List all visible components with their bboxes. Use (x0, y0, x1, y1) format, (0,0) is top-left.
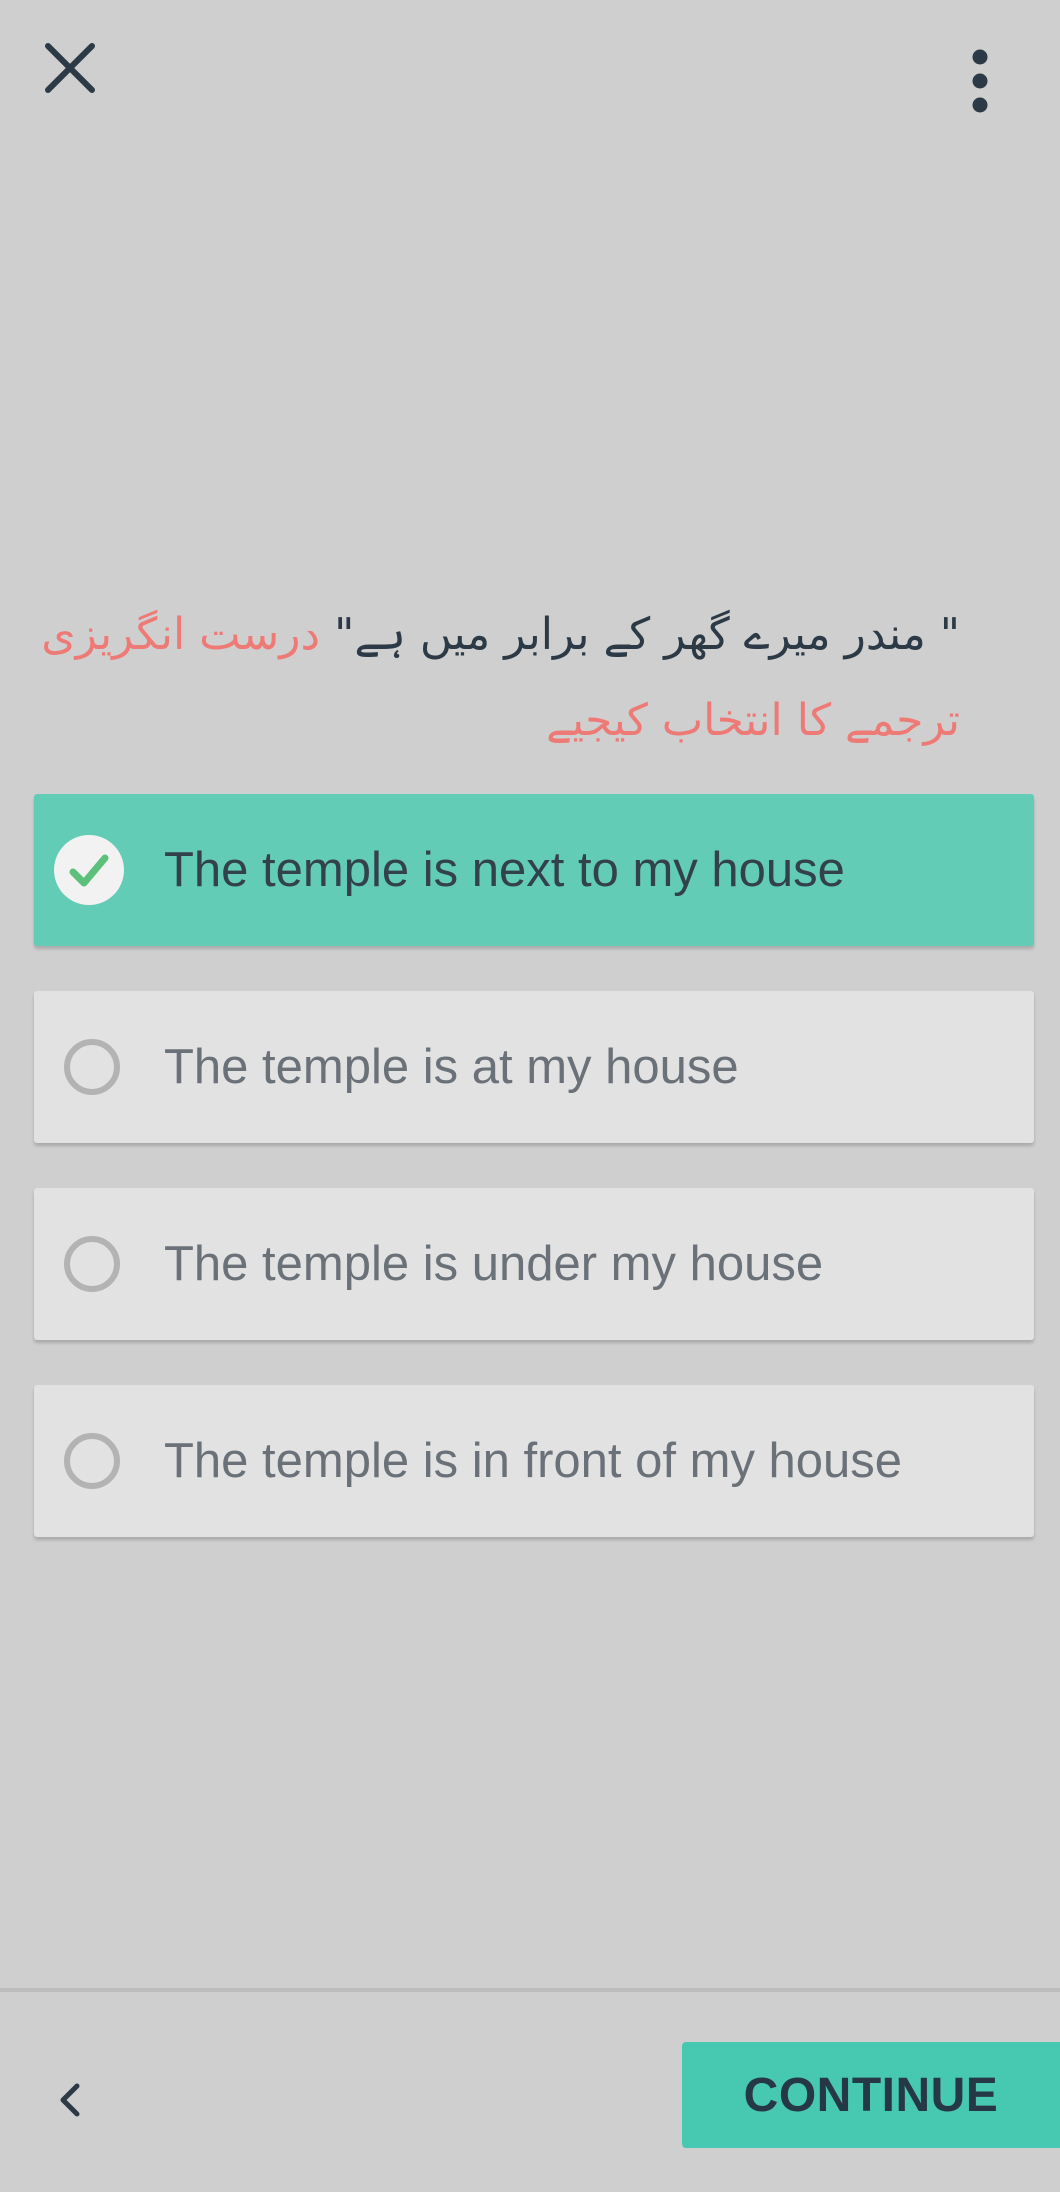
more-options-button[interactable] (940, 36, 1020, 126)
bottom-bar: CONTINUE (0, 1988, 1060, 2192)
answer-option-label: The temple is under my house (164, 1237, 824, 1291)
answer-option-4[interactable]: The temple is in front of my house (34, 1385, 1034, 1537)
answer-option-1[interactable]: The temple is next to my house (34, 794, 1034, 946)
continue-button[interactable]: CONTINUE (682, 2042, 1060, 2148)
top-bar (0, 0, 1060, 140)
answer-option-label: The temple is next to my house (164, 843, 845, 897)
answer-options: The temple is next to my house The templ… (34, 794, 1034, 1582)
radio-icon (64, 1039, 120, 1095)
radio-icon (64, 1236, 120, 1292)
radio-icon (64, 1433, 120, 1489)
checkmark-icon (54, 835, 124, 905)
answer-option-2[interactable]: The temple is at my house (34, 991, 1034, 1143)
close-icon (45, 43, 95, 93)
answer-option-label: The temple is in front of my house (164, 1434, 903, 1488)
question-quote: " مندر میرے گھر کے برابر میں ہے" (334, 609, 960, 660)
back-button[interactable] (40, 2070, 100, 2130)
answer-option-3[interactable]: The temple is under my house (34, 1188, 1034, 1340)
more-vertical-icon (972, 49, 988, 113)
answer-option-label: The temple is at my house (164, 1040, 739, 1094)
close-button[interactable] (30, 28, 110, 108)
chevron-left-icon (60, 2083, 80, 2117)
question-prompt: " مندر میرے گھر کے برابر میں ہے" درست ان… (30, 592, 1030, 764)
